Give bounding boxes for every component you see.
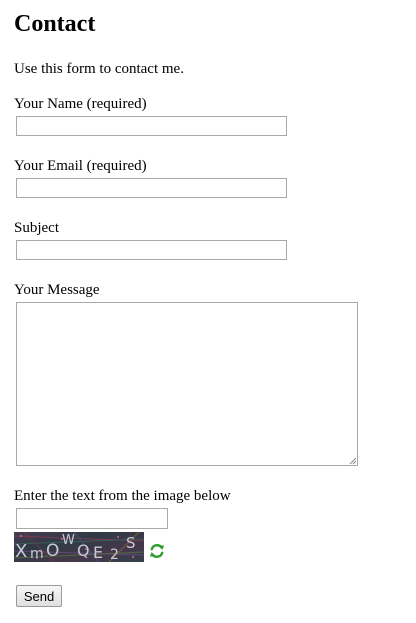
resize-grip-icon[interactable] xyxy=(349,457,357,465)
message-textarea[interactable] xyxy=(16,302,358,466)
page-title: Contact xyxy=(14,11,96,37)
refresh-icon[interactable] xyxy=(149,543,165,559)
captcha-char: X xyxy=(15,541,27,562)
intro-text: Use this form to contact me. xyxy=(14,61,184,77)
captcha-image: X m O W Q E 2 S xyxy=(14,532,144,562)
captcha-char: Q xyxy=(77,541,90,560)
captcha-input[interactable] xyxy=(16,508,168,529)
captcha-char: m xyxy=(30,546,44,562)
captcha-char: O xyxy=(46,541,59,561)
subject-label: Subject xyxy=(14,220,59,236)
email-input[interactable] xyxy=(16,178,287,198)
email-label: Your Email (required) xyxy=(14,158,147,174)
captcha-char: W xyxy=(62,533,75,548)
name-input[interactable] xyxy=(16,116,287,136)
name-label: Your Name (required) xyxy=(14,96,147,112)
send-button[interactable]: Send xyxy=(16,585,62,607)
captcha-char: 2 xyxy=(110,547,119,562)
captcha-label: Enter the text from the image below xyxy=(14,488,231,504)
subject-input[interactable] xyxy=(16,240,287,260)
captcha-char: S xyxy=(126,534,136,552)
captcha-char: E xyxy=(93,543,103,562)
message-label: Your Message xyxy=(14,282,100,298)
